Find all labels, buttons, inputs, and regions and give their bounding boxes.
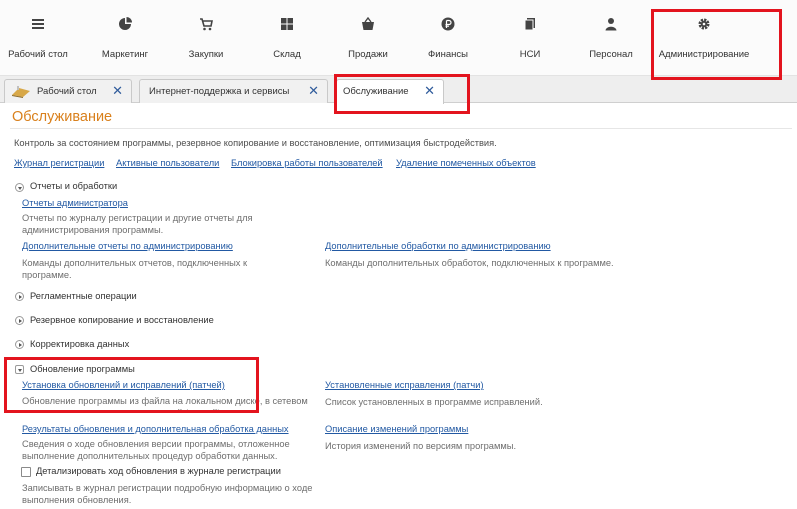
update-results-description: Сведения о ходе обновления версии програ…	[22, 439, 290, 461]
group-backup-title[interactable]: Резервное копирование и восстановление	[30, 315, 214, 325]
link-block-users[interactable]: Блокировка работы пользователей	[231, 158, 383, 168]
section-label: НСИ	[519, 49, 541, 60]
expand-toggle-icon[interactable]	[15, 340, 24, 349]
section-label: Рабочий стол	[8, 49, 68, 60]
expand-toggle-icon[interactable]	[15, 316, 24, 325]
tab-label: Интернет-поддержка и сервисы	[149, 86, 290, 97]
desktop-icon	[32, 19, 44, 29]
detail-log-description: Записывать в журнал регистрации подробну…	[22, 483, 313, 505]
link-extra-reports[interactable]: Дополнительные отчеты по администрирован…	[22, 241, 233, 251]
section-personnel[interactable]: Персонал	[580, 0, 642, 76]
page-description: Контроль за состоянием программы, резерв…	[14, 138, 497, 148]
changes-description: История изменений по версиям программы.	[325, 441, 517, 451]
link-delete-marked[interactable]: Удаление помеченных объектов	[396, 158, 536, 168]
link-changes-description[interactable]: Описание изменений программы	[325, 424, 468, 434]
link-extra-processing[interactable]: Дополнительные обработки по администриро…	[325, 241, 551, 251]
basket-icon	[362, 17, 374, 30]
section-nsi[interactable]: НСИ	[500, 0, 560, 76]
section-label: Маркетинг	[101, 49, 149, 60]
admin-reports-description: Отчеты по журналу регистрации и другие о…	[22, 213, 253, 235]
link-admin-reports[interactable]: Отчеты администратора	[22, 198, 128, 208]
section-label: Продажи	[348, 49, 388, 60]
expand-toggle-icon[interactable]	[15, 183, 24, 192]
person-icon	[605, 18, 617, 31]
title-divider	[10, 128, 792, 129]
page-title: Обслуживание	[12, 109, 113, 125]
group-correction-title[interactable]: Корректировка данных	[30, 339, 129, 349]
section-label: Закупки	[188, 49, 224, 60]
extra-reports-description: Команды дополнительных отчетов, подключе…	[22, 258, 248, 280]
link-event-log[interactable]: Журнал регистрации	[14, 158, 104, 168]
link-active-users[interactable]: Активные пользователи	[116, 158, 219, 168]
tab-internet-support[interactable]: Интернет-поддержка и сервисы ✕	[139, 79, 328, 103]
expand-toggle-icon[interactable]	[15, 292, 24, 301]
link-update-results[interactable]: Результаты обновления и дополнительная о…	[22, 424, 289, 434]
tab-label: Рабочий стол	[37, 86, 97, 97]
section-finance[interactable]: Финансы	[418, 0, 478, 76]
section-purchases[interactable]: Закупки	[176, 0, 236, 76]
close-icon[interactable]: ✕	[308, 84, 319, 97]
installed-patches-description: Список установленных в программе исправл…	[325, 397, 543, 407]
section-marketing[interactable]: Маркетинг	[94, 0, 156, 76]
section-label: Склад	[273, 49, 301, 60]
highlight-box	[4, 357, 259, 413]
highlight-box	[334, 74, 470, 114]
section-label: Персонал	[589, 49, 633, 60]
tab-desktop[interactable]: Рабочий стол ✕	[4, 79, 132, 103]
highlight-box	[651, 9, 782, 80]
ruble-icon	[441, 17, 455, 31]
section-warehouse[interactable]: Склад	[257, 0, 317, 76]
close-icon[interactable]: ✕	[112, 84, 123, 97]
extra-processing-description: Команды дополнительных обработок, подклю…	[325, 258, 614, 268]
link-installed-patches[interactable]: Установленные исправления (патчи)	[325, 380, 484, 390]
detail-log-label[interactable]: Детализировать ход обновления в журнале …	[36, 466, 281, 476]
home-icon	[12, 86, 30, 98]
cart-icon	[200, 18, 213, 31]
group-reports-title[interactable]: Отчеты и обработки	[30, 181, 117, 191]
docs-icon	[524, 18, 535, 31]
section-label: Финансы	[428, 49, 468, 60]
warehouse-icon	[281, 18, 293, 30]
section-sales[interactable]: Продажи	[338, 0, 398, 76]
section-desktop[interactable]: Рабочий стол	[8, 0, 68, 76]
group-scheduled-title[interactable]: Регламентные операции	[30, 291, 137, 301]
detail-log-checkbox[interactable]	[21, 467, 31, 477]
chart-icon	[119, 17, 132, 30]
